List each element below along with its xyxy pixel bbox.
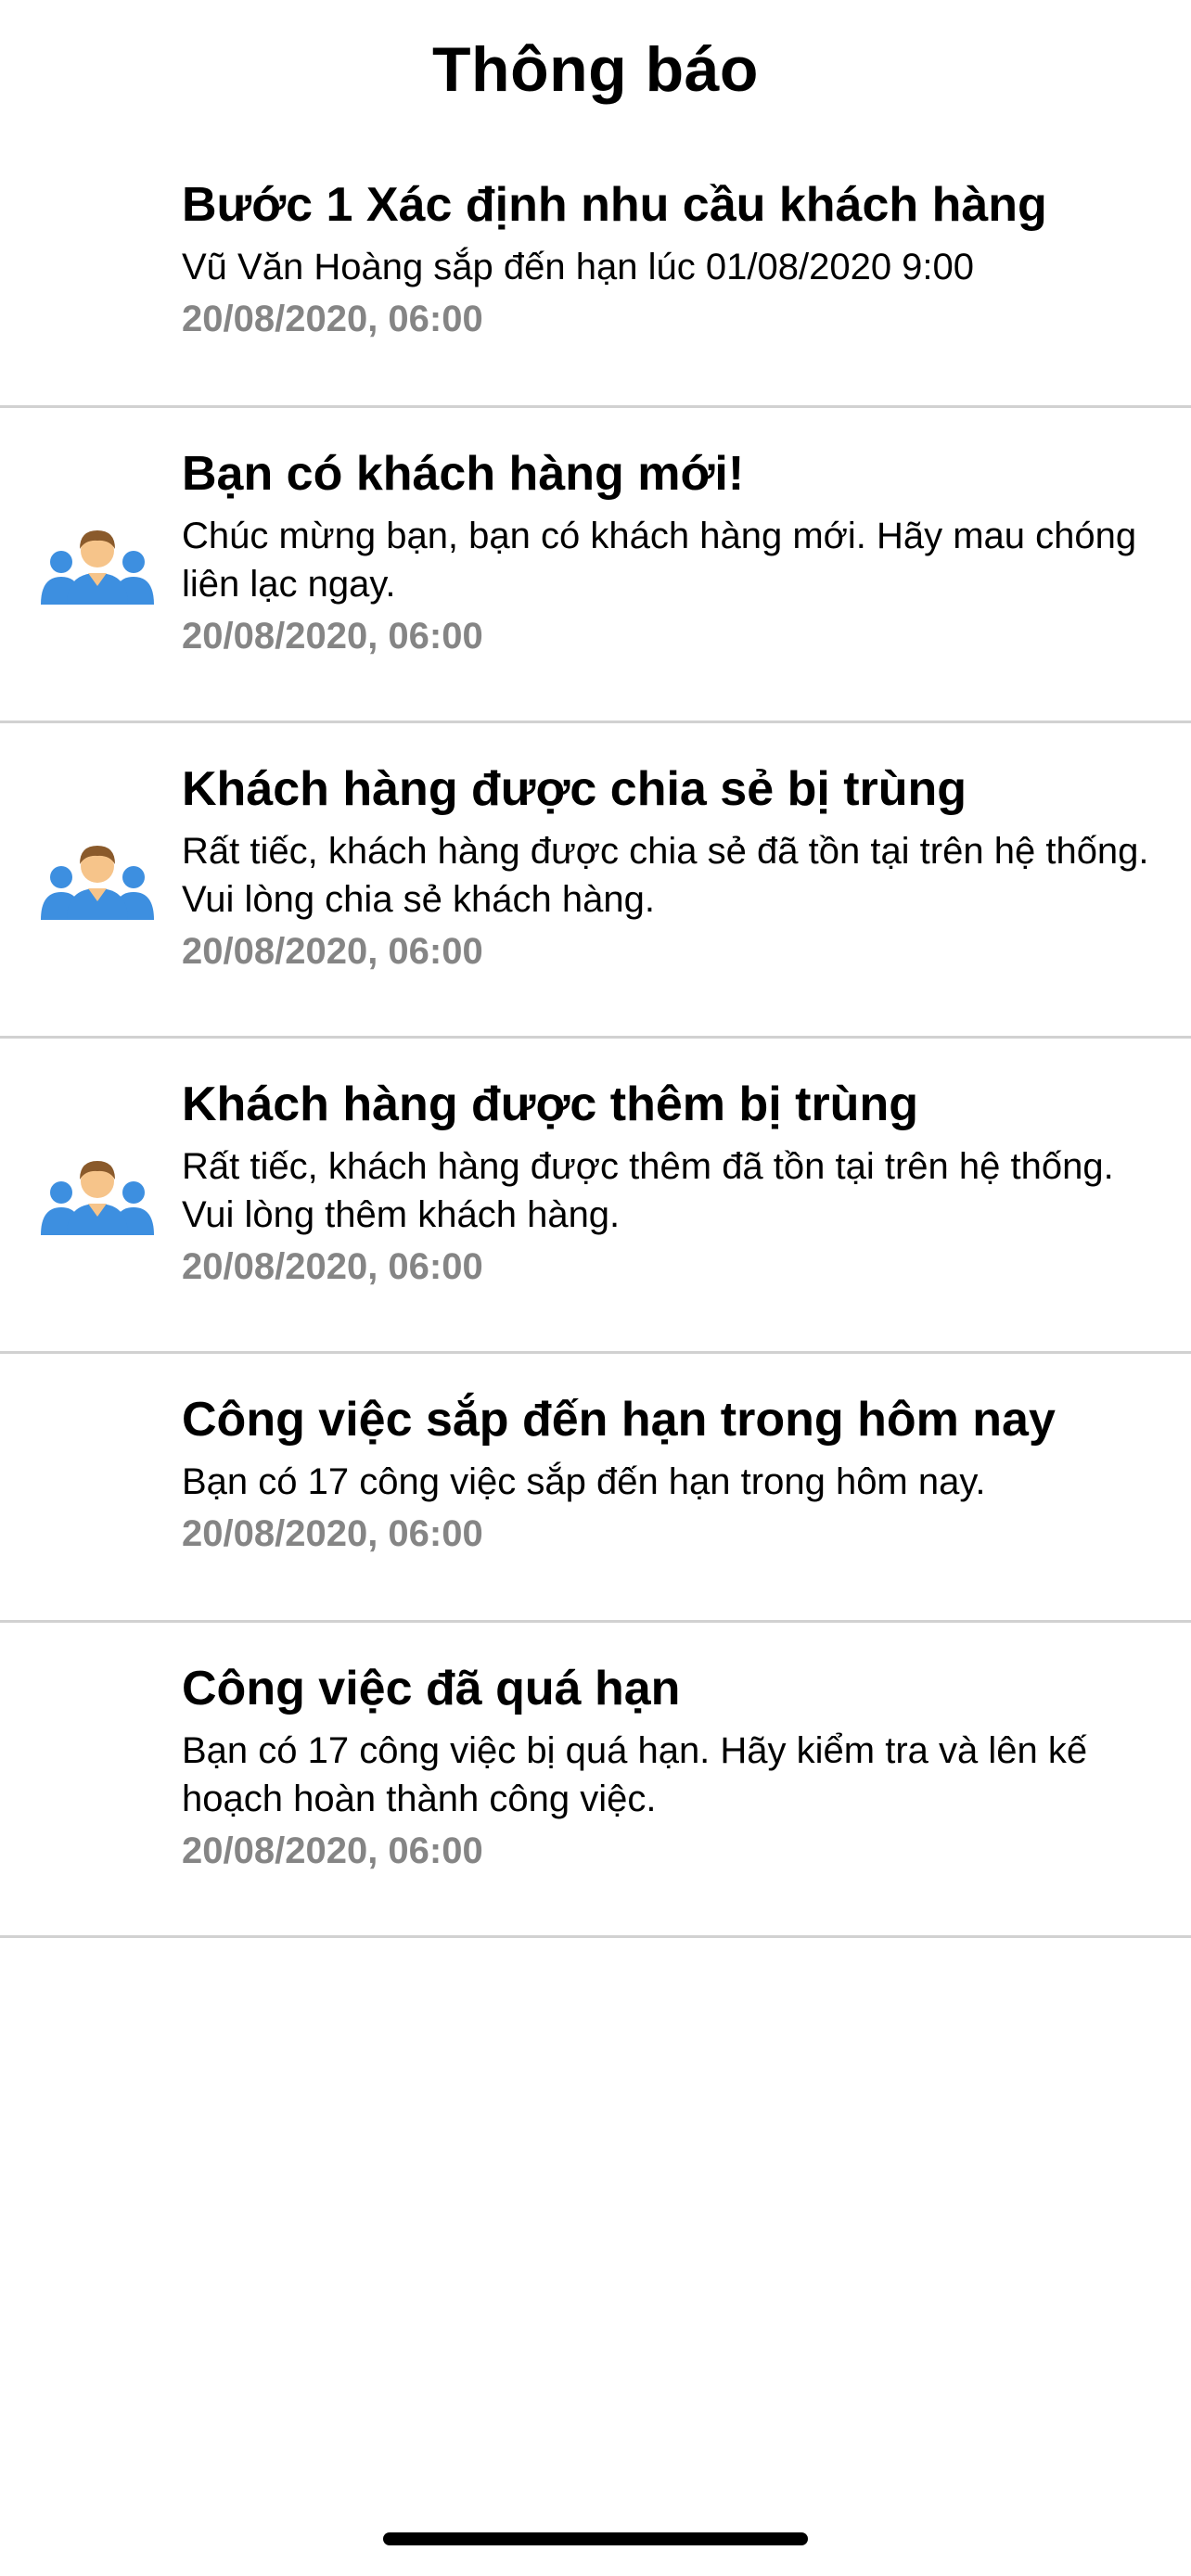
notification-item[interactable]: Bước 1 Xác định nhu cầu khách hàng Vũ Vă… bbox=[0, 139, 1191, 408]
notification-message: Bạn có 17 công việc sắp đến hạn trong hô… bbox=[182, 1461, 986, 1502]
notification-timestamp: 20/08/2020, 06:00 bbox=[182, 1513, 483, 1554]
notification-timestamp: 20/08/2020, 06:00 bbox=[182, 299, 483, 339]
notification-title: Bước 1 Xác định nhu cầu khách hàng bbox=[182, 178, 1047, 232]
notification-item[interactable]: Công việc sắp đến hạn trong hôm nay Bạn … bbox=[0, 1354, 1191, 1623]
notification-timestamp: 20/08/2020, 06:00 bbox=[182, 1830, 483, 1871]
page-title: Thông báo bbox=[432, 34, 759, 105]
notification-item[interactable]: Bạn có khách hàng mới! Chúc mừng bạn, bạ… bbox=[0, 408, 1191, 723]
notification-message: Rất tiếc, khách hàng được chia sẻ đã tồn… bbox=[182, 831, 1149, 920]
notification-item[interactable]: Công việc đã quá hạn Bạn có 17 công việc… bbox=[0, 1623, 1191, 1938]
customers-group-icon bbox=[39, 527, 156, 605]
notification-title: Công việc sắp đến hạn trong hôm nay bbox=[182, 1393, 1056, 1447]
customers-group-icon bbox=[39, 1157, 156, 1235]
notification-item[interactable]: Khách hàng được thêm bị trùng Rất tiếc, … bbox=[0, 1039, 1191, 1354]
notification-timestamp: 20/08/2020, 06:00 bbox=[182, 616, 483, 657]
notification-message: Vũ Văn Hoàng sắp đến hạn lúc 01/08/2020 … bbox=[182, 247, 975, 287]
notification-list: Bước 1 Xác định nhu cầu khách hàng Vũ Vă… bbox=[0, 139, 1191, 1938]
notification-item[interactable]: Khách hàng được chia sẻ bị trùng Rất tiế… bbox=[0, 723, 1191, 1039]
customers-group-icon bbox=[39, 842, 156, 920]
home-indicator[interactable] bbox=[383, 2532, 808, 2545]
navigation-header: Thông báo bbox=[0, 0, 1191, 139]
notification-title: Khách hàng được thêm bị trùng bbox=[182, 1078, 918, 1131]
notification-title: Công việc đã quá hạn bbox=[182, 1662, 681, 1715]
notification-timestamp: 20/08/2020, 06:00 bbox=[182, 931, 483, 972]
notification-title: Khách hàng được chia sẻ bị trùng bbox=[182, 762, 967, 816]
notification-title: Bạn có khách hàng mới! bbox=[182, 447, 745, 501]
notification-message: Bạn có 17 công việc bị quá hạn. Hãy kiểm… bbox=[182, 1730, 1088, 1819]
notification-message: Chúc mừng bạn, bạn có khách hàng mới. Hã… bbox=[182, 516, 1137, 605]
notification-message: Rất tiếc, khách hàng được thêm đã tồn tạ… bbox=[182, 1146, 1114, 1235]
notification-timestamp: 20/08/2020, 06:00 bbox=[182, 1246, 483, 1287]
